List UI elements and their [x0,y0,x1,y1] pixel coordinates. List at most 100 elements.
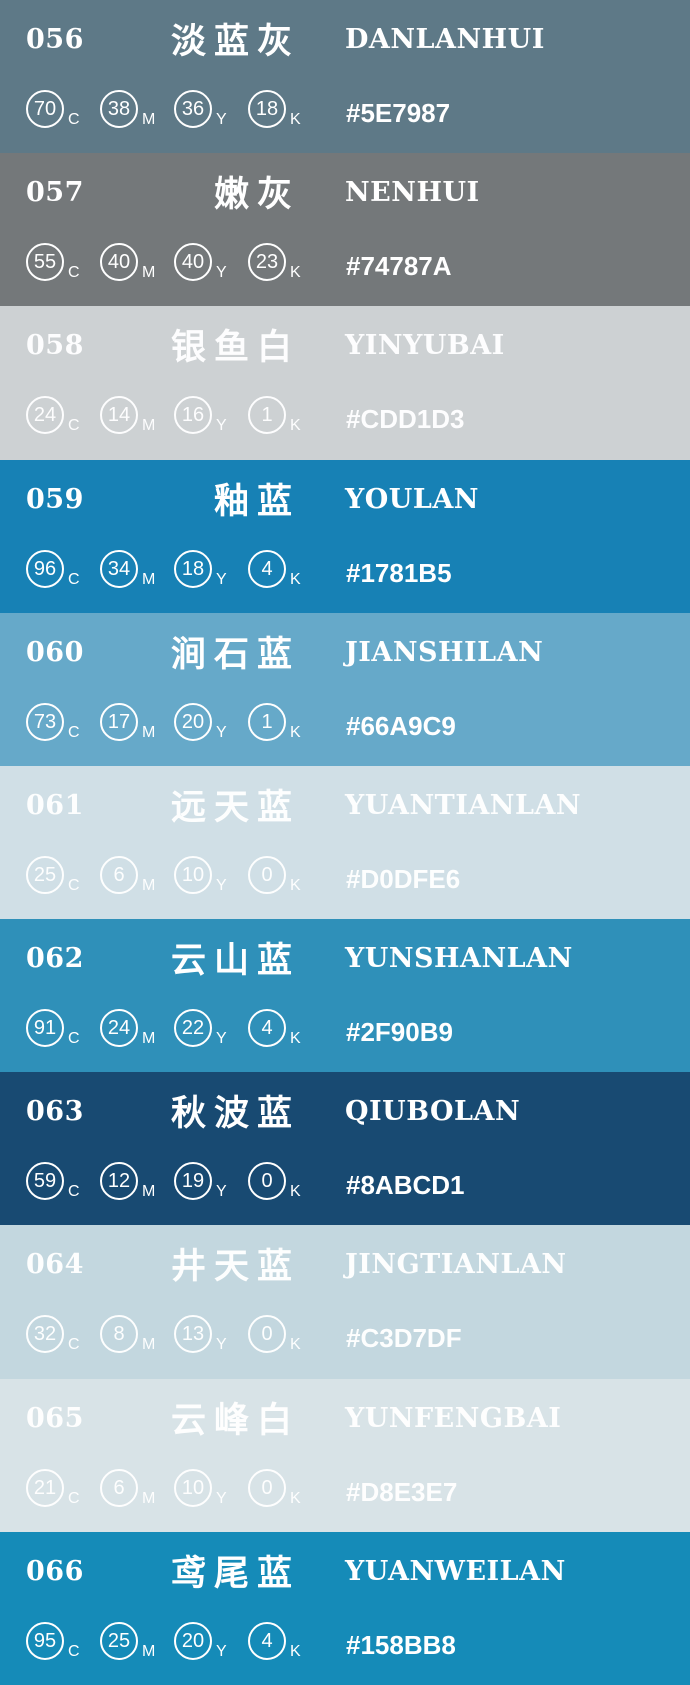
cyan-value: 73 [26,702,64,741]
key-label: K [290,876,301,894]
cyan-value: 21 [26,1468,64,1507]
yellow-label: Y [216,264,227,282]
cmyk-key: 0K [248,1468,318,1513]
yellow-value: 20 [174,702,212,741]
magenta-label: M [142,1336,156,1354]
cyan-value: 24 [26,396,64,435]
magenta-value: 25 [100,1621,138,1660]
cmyk-values: 21 C 6M 10 Y 0K [26,1468,326,1513]
cmyk-cyan: 25 C [26,855,96,900]
magenta-label: M [142,417,156,435]
swatch-chinese-name: 银鱼白 [170,327,300,369]
yellow-value: 22 [174,1009,212,1048]
swatch-hex-code: #74787A [346,251,452,282]
cmyk-key: 1K [248,396,318,440]
magenta-label: M [142,264,156,282]
key-label: K [290,1489,301,1507]
swatch-pinyin-name: YOULAN [345,483,479,515]
magenta-value: 17 [100,702,138,741]
cmyk-yellow: 13 Y [174,1315,244,1359]
cmyk-magenta: 25 M [100,1621,170,1666]
cmyk-magenta: 38 M [100,90,170,134]
key-value: 4 [248,549,286,588]
yellow-value: 36 [174,90,212,128]
cmyk-values: 95 C 25 M 20 Y 4K [26,1621,326,1666]
cyan-label: C [68,876,80,894]
key-value: 4 [248,1009,286,1048]
magenta-label: M [142,1183,156,1201]
swatch-pinyin-name: JINGTIANLAN [345,1249,567,1281]
cyan-value: 59 [26,1162,64,1201]
cmyk-yellow: 20 Y [174,1621,244,1666]
key-value: 0 [248,855,286,894]
swatch-pinyin-name: NENHUI [345,177,480,209]
swatch-chinese-name: 涧石蓝 [170,633,300,675]
swatch-number: 058 [26,330,84,362]
swatch-064: 064 井天蓝 JINGTIANLAN 32 C 8M 13 Y 0K #C3D7D… [0,1225,690,1379]
swatch-059: 059 釉蓝 YOULAN 96 C 34 M 18 Y 4K #1781B5 [0,459,690,613]
swatch-hex-code: #CDD1D3 [346,404,465,435]
yellow-label: Y [216,111,227,128]
cyan-value: 95 [26,1621,64,1660]
cmyk-yellow: 20 Y [174,702,244,747]
cmyk-key: 18 K [248,90,318,134]
cmyk-cyan: 21 C [26,1468,96,1513]
cyan-value: 25 [26,855,64,894]
swatch-hex-code: #D8E3E7 [346,1476,458,1507]
cmyk-cyan: 70 C [26,90,96,134]
cmyk-cyan: 55 C [26,243,96,287]
magenta-value: 14 [100,396,138,435]
key-value: 4 [248,1621,286,1660]
cmyk-key: 0K [248,855,318,900]
cmyk-values: 73 C 17 M 20 Y 1K [26,702,326,747]
magenta-label: M [142,1489,156,1507]
swatch-number: 063 [26,1096,84,1128]
yellow-value: 10 [174,1468,212,1507]
cmyk-magenta: 12 M [100,1162,170,1206]
swatch-pinyin-name: YUANWEILAN [345,1555,566,1587]
cyan-value: 70 [26,90,64,128]
yellow-label: Y [216,1183,227,1201]
cmyk-cyan: 95 C [26,1621,96,1666]
swatch-chinese-name: 釉蓝 [213,480,300,522]
key-label: K [290,264,301,282]
key-value: 0 [248,1162,286,1201]
key-label: K [290,1030,301,1048]
swatch-pinyin-name: YINYUBAI [345,330,505,362]
swatch-number: 056 [26,24,84,55]
swatch-hex-code: #2F90B9 [346,1017,453,1048]
cyan-label: C [68,111,80,128]
cmyk-magenta: 17 M [100,702,170,747]
key-value: 1 [248,396,286,435]
cmyk-values: 25 C 6M 10 Y 0K [26,855,326,900]
swatch-chinese-name: 嫩灰 [213,174,300,216]
key-label: K [290,723,301,741]
cmyk-key: 0K [248,1162,318,1206]
cmyk-key: 4K [248,1009,318,1053]
yellow-label: Y [216,1489,227,1507]
swatch-pinyin-name: YUANTIANLAN [345,789,582,821]
cyan-value: 55 [26,243,64,282]
cmyk-cyan: 91 C [26,1009,96,1053]
cmyk-yellow: 18 Y [174,549,244,594]
cmyk-yellow: 36 Y [174,90,244,134]
yellow-label: Y [216,1336,227,1354]
key-label: K [290,570,301,588]
cyan-label: C [68,1336,80,1354]
cmyk-key: 1K [248,702,318,747]
magenta-value: 38 [100,90,138,128]
key-value: 1 [248,702,286,741]
key-label: K [290,417,301,435]
cyan-label: C [68,723,80,741]
cmyk-values: 70 C 38 M 36 Y 18 K [26,90,326,134]
swatch-number: 066 [26,1555,84,1587]
yellow-value: 20 [174,1621,212,1660]
magenta-label: M [142,1030,156,1048]
magenta-value: 6 [100,855,138,894]
cmyk-values: 24 C 14 M 16 Y 1K [26,396,326,440]
cmyk-yellow: 19 Y [174,1162,244,1206]
magenta-label: M [142,723,156,741]
key-value: 0 [248,1315,286,1354]
cmyk-key: 23 K [248,243,318,287]
magenta-label: M [142,1642,156,1660]
